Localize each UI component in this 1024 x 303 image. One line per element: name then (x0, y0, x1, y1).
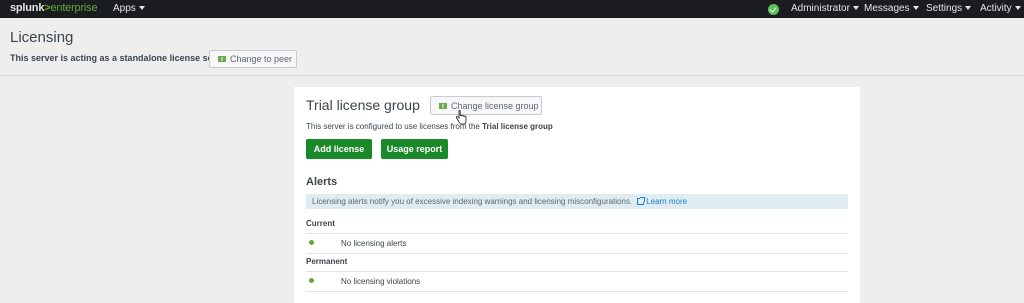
add-license-button[interactable]: Add license (306, 139, 372, 159)
switch-icon (218, 56, 226, 62)
page-title: Licensing (10, 29, 74, 46)
change-to-peer-label: Change to peer (230, 54, 293, 64)
description-group-name: Trial license group (482, 122, 553, 131)
settings-menu-label: Settings (926, 3, 963, 14)
chevron-down-icon (965, 6, 972, 10)
status-ok-icon (309, 240, 314, 245)
change-license-group-label: Change license group (451, 100, 539, 111)
license-group-panel: Trial license group Change license group… (294, 87, 860, 303)
change-to-peer-button[interactable]: Change to peer (209, 50, 297, 68)
chevron-down-icon (852, 6, 859, 10)
health-ok-icon[interactable] (768, 4, 779, 15)
description-prefix: This server is configured to use license… (306, 122, 480, 131)
license-group-title: Trial license group (306, 97, 420, 113)
logo-main: splunk (10, 2, 45, 14)
status-ok-icon (309, 278, 314, 283)
header-divider (0, 75, 1024, 76)
logo-product: enterprise (50, 2, 98, 14)
hand-cursor-icon (455, 110, 467, 125)
row-divider (306, 253, 848, 254)
permanent-alerts-heading: Permanent (306, 257, 348, 266)
learn-more-link[interactable]: Learn more (637, 197, 687, 206)
row-divider (306, 291, 848, 292)
usage-report-button[interactable]: Usage report (381, 139, 448, 159)
top-navigation-bar: splunk>enterprise Apps Administrator Mes… (0, 0, 1024, 18)
current-alerts-heading: Current (306, 219, 335, 228)
current-alerts-item: No licensing alerts (341, 239, 407, 248)
switch-icon (439, 102, 447, 109)
apps-menu-label: Apps (113, 3, 136, 14)
messages-menu[interactable]: Messages (864, 3, 919, 14)
server-mode-text: This server is acting as a standalone li… (10, 53, 230, 63)
activity-menu-label: Activity (980, 3, 1012, 14)
chevron-down-icon (1014, 6, 1021, 10)
administrator-menu[interactable]: Administrator (791, 3, 859, 14)
permanent-alerts-item: No licensing violations (341, 277, 421, 286)
administrator-menu-label: Administrator (791, 3, 850, 14)
alerts-heading: Alerts (306, 176, 338, 188)
splunk-logo[interactable]: splunk>enterprise (10, 2, 98, 14)
row-divider (306, 233, 848, 234)
license-group-description: This server is configured to use license… (306, 122, 553, 131)
chevron-down-icon (138, 6, 145, 10)
settings-menu[interactable]: Settings (926, 3, 972, 14)
change-license-group-button[interactable]: Change license group (430, 96, 542, 115)
alerts-info-bar: Licensing alerts notify you of excessive… (306, 194, 848, 209)
external-link-icon (637, 197, 646, 205)
apps-menu[interactable]: Apps (113, 3, 145, 14)
learn-more-label: Learn more (646, 197, 688, 206)
row-divider (306, 271, 848, 272)
activity-menu[interactable]: Activity (980, 3, 1021, 14)
alerts-info-text: Licensing alerts notify you of excessive… (312, 197, 633, 206)
messages-menu-label: Messages (864, 3, 910, 14)
chevron-down-icon (912, 6, 919, 10)
